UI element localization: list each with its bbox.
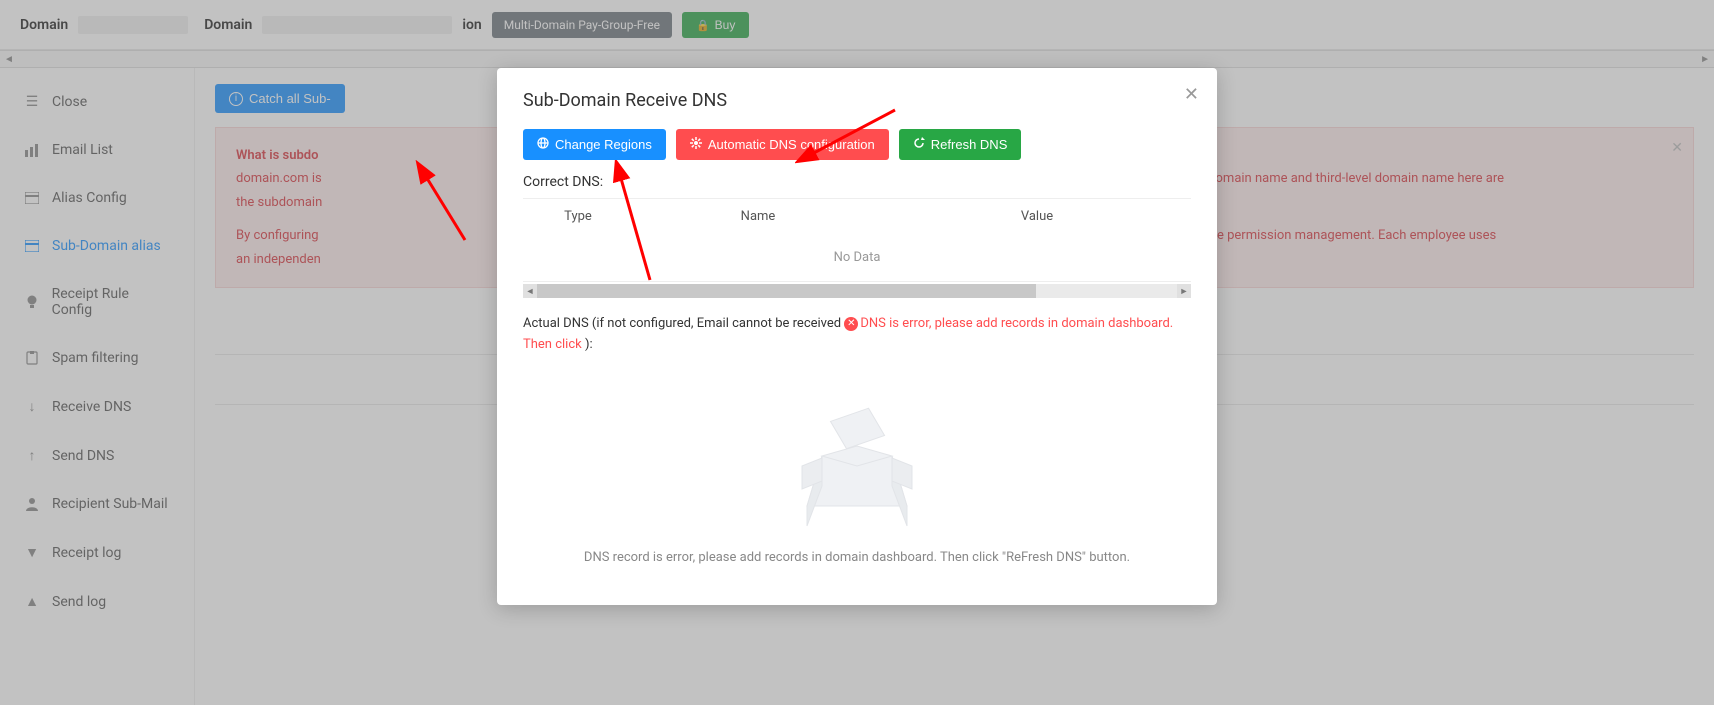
error-icon: ✕ (844, 317, 858, 331)
scroll-right-icon[interactable]: ► (1177, 284, 1191, 298)
refresh-dns-label: Refresh DNS (931, 137, 1008, 152)
annotation-arrow-1 (410, 160, 490, 250)
dns-table-header: Type Name Value (523, 199, 1191, 234)
change-regions-button[interactable]: Change Regions (523, 129, 666, 160)
dns-th-type: Type (523, 209, 633, 224)
correct-dns-table: Type Name Value No Data (523, 198, 1191, 282)
refresh-icon (913, 137, 925, 152)
correct-dns-label: Correct DNS: (523, 174, 1191, 190)
sub-domain-receive-dns-modal: ✕ Sub-Domain Receive DNS Change Regions … (497, 68, 1217, 605)
automatic-dns-label: Automatic DNS configuration (708, 137, 875, 152)
modal-close-icon[interactable]: ✕ (1184, 84, 1199, 105)
change-regions-label: Change Regions (555, 137, 652, 152)
empty-state-message: DNS record is error, please add records … (584, 550, 1130, 565)
scrollbar-thumb[interactable] (537, 284, 1036, 298)
no-data-text: No Data (523, 234, 1191, 281)
globe-icon (537, 137, 549, 152)
modal-title: Sub-Domain Receive DNS (523, 90, 1191, 111)
automatic-dns-button[interactable]: Automatic DNS configuration (676, 129, 889, 160)
scroll-left-icon[interactable]: ◄ (523, 284, 537, 298)
empty-box-icon (772, 386, 942, 536)
table-horizontal-scrollbar[interactable]: ◄ ► (523, 284, 1191, 298)
actual-dns-prefix: Actual DNS (if not configured, Email can… (523, 316, 844, 331)
dns-th-name: Name (633, 209, 883, 224)
modal-button-row: Change Regions Automatic DNS configurati… (523, 129, 1191, 160)
scrollbar-track[interactable] (537, 284, 1177, 298)
actual-dns-suffix: ): (585, 337, 593, 352)
modal-overlay: ✕ Sub-Domain Receive DNS Change Regions … (0, 0, 1714, 705)
dns-th-value: Value (883, 209, 1191, 224)
gear-icon (690, 137, 702, 152)
refresh-dns-button[interactable]: Refresh DNS (899, 129, 1022, 160)
actual-dns-line: Actual DNS (if not configured, Email can… (523, 314, 1191, 356)
empty-state: DNS record is error, please add records … (523, 356, 1191, 575)
